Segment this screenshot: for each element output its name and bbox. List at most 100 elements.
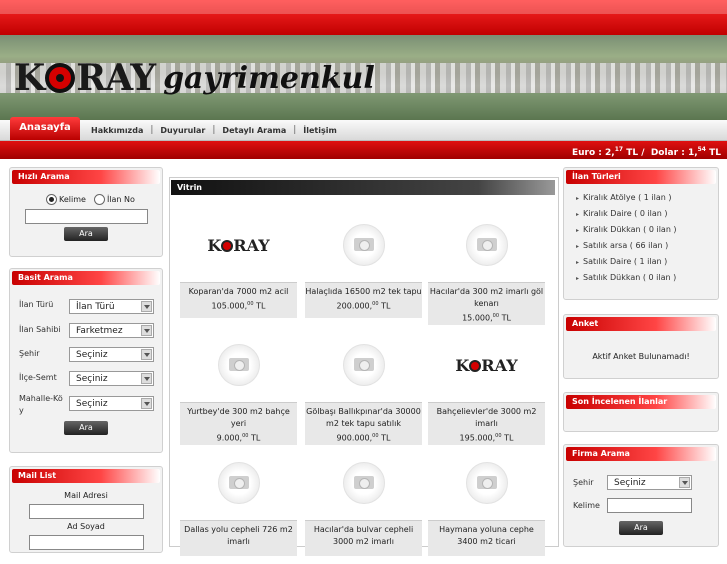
nav-item-duyurular[interactable]: Duyurular xyxy=(153,126,212,135)
radio-listing-no[interactable] xyxy=(93,194,105,205)
mail-list-box: Mail List Mail Adresi Ad Soyad xyxy=(9,466,163,553)
logo-letters-ray: RAY xyxy=(76,57,156,99)
poll-title: Anket xyxy=(566,317,716,331)
city-select[interactable]: Seçiniz xyxy=(69,347,154,362)
showcase-card[interactable]: Gölbaşı Ballıkpınar'da 30000 m2 tek tapu… xyxy=(305,330,422,446)
listing-caption[interactable]: Bahçelievler'de 3000 m2 imarlı 195.000,00… xyxy=(428,402,545,445)
listing-title[interactable]: Koparan'da 7000 m2 acil xyxy=(180,286,297,298)
showcase-card[interactable]: Hacılar'da bulvar cepheli 3000 m2 imarlı xyxy=(305,448,422,564)
basic-search-button[interactable]: Ara xyxy=(64,421,108,435)
camera-placeholder-icon xyxy=(465,462,508,504)
site-logo[interactable]: K RAY gayrimenkul xyxy=(14,58,375,98)
showcase-card[interactable]: Yurtbey'de 300 m2 bahçe yeri 9.000,00 TL xyxy=(180,330,297,446)
listing-title[interactable]: Bahçelievler'de 3000 m2 imarlı xyxy=(428,406,545,430)
listing-image[interactable] xyxy=(180,330,297,400)
basic-search-box: Basit Arama İlan Türü İlan Türü İlan Sah… xyxy=(9,268,163,453)
listing-price: 195.000,00 TL xyxy=(459,433,514,443)
showcase-card[interactable]: Dallas yolu cepheli 726 m2 imarlı xyxy=(180,448,297,564)
district-value: Seçiniz xyxy=(76,374,108,384)
firm-search-button[interactable]: Ara xyxy=(619,521,663,535)
firm-keyword-input[interactable] xyxy=(607,498,692,513)
radio-keyword[interactable] xyxy=(46,194,57,205)
firm-search-title: Firma Arama xyxy=(566,447,716,461)
listing-type-item[interactable]: Satılık Daire ( 1 ilan ) xyxy=(576,254,677,270)
nav-item-iletisim[interactable]: İletişim xyxy=(296,126,344,135)
listing-caption[interactable]: Yurtbey'de 300 m2 bahçe yeri 9.000,00 TL xyxy=(180,402,297,445)
name-label: Ad Soyad xyxy=(67,522,105,531)
radio-keyword-label: Kelime xyxy=(59,195,86,204)
listing-image[interactable] xyxy=(305,330,422,400)
recent-listings-title: Son İncelenen İlanlar xyxy=(566,395,716,409)
showcase-card[interactable]: K RAY Koparan'da 7000 m2 acil 105.000,00 TL xyxy=(180,210,297,326)
nav-item-hakkimizda[interactable]: Hakkımızda xyxy=(84,126,150,135)
listing-image[interactable] xyxy=(428,448,545,518)
showcase-card[interactable]: Haymana yoluna cephe 3400 m2 ticari xyxy=(428,448,545,564)
owner-select[interactable]: Farketmez xyxy=(69,323,154,338)
basic-search-title: Basit Arama xyxy=(12,271,160,285)
neighborhood-select[interactable]: Seçiniz xyxy=(69,396,154,411)
listing-types-title: İlan Türleri xyxy=(566,170,716,184)
nav-item-detayli-arama[interactable]: Detaylı Arama xyxy=(215,126,293,135)
listing-type-item[interactable]: Kiralık Atölye ( 1 ilan ) xyxy=(576,190,677,206)
listing-type-value: İlan Türü xyxy=(76,302,115,312)
quick-search-button[interactable]: Ara xyxy=(64,227,108,241)
listing-types-list: Kiralık Atölye ( 1 ilan ) Kiralık Daire … xyxy=(576,190,677,286)
camera-placeholder-icon xyxy=(217,462,260,504)
quick-search-input[interactable] xyxy=(25,209,148,224)
logo-word: gayrimenkul xyxy=(163,60,375,96)
showcase-card[interactable]: Hacılar'da 300 m2 imarlı göl kenarı 15.00… xyxy=(428,210,545,326)
listing-caption[interactable]: Hacılar'da 300 m2 imarlı göl kenarı 15.00… xyxy=(428,282,545,325)
firm-city-select[interactable]: Seçiniz xyxy=(607,475,692,490)
quick-search-title: Hızlı Arama xyxy=(12,170,160,184)
recent-listings-box: Son İncelenen İlanlar xyxy=(563,392,719,432)
showcase-card[interactable]: Halaçlıda 16500 m2 tek tapu 200.000,00 TL xyxy=(305,210,422,326)
listing-image[interactable] xyxy=(428,210,545,280)
listing-caption[interactable]: Gölbaşı Ballıkpınar'da 30000 m2 tek tapu… xyxy=(305,402,422,445)
poll-message: Aktif Anket Bulunamadı! xyxy=(592,352,690,361)
firm-city-label: Şehir xyxy=(573,478,594,487)
euro-decimal: 17 xyxy=(614,146,624,153)
nav-item-anasayfa[interactable]: Anasayfa xyxy=(10,117,80,140)
listing-title[interactable]: Hacılar'da bulvar cepheli 3000 m2 imarlı xyxy=(305,524,422,548)
logo-o-icon xyxy=(45,63,76,93)
field-label-district: İlçe-Semt xyxy=(19,373,57,382)
district-select[interactable]: Seçiniz xyxy=(69,371,154,386)
mail-address-input[interactable] xyxy=(29,504,144,519)
name-input[interactable] xyxy=(29,535,144,550)
showcase-title: Vitrin xyxy=(171,180,555,195)
chevron-down-icon xyxy=(141,398,152,409)
listing-image[interactable]: K RAY xyxy=(428,330,545,400)
field-label-city: Şehir xyxy=(19,349,40,358)
showcase-card[interactable]: K RAY Bahçelievler'de 3000 m2 imarlı 195.00… xyxy=(428,330,545,446)
euro-unit: TL / xyxy=(626,148,645,158)
listing-type-item[interactable]: Kiralık Daire ( 0 ilan ) xyxy=(576,206,677,222)
dolar-unit: TL xyxy=(709,148,721,158)
listing-title[interactable]: Halaçlıda 16500 m2 tek tapu xyxy=(305,286,422,298)
listing-type-item[interactable]: Satılık Dükkan ( 0 ilan ) xyxy=(576,270,677,286)
listing-title[interactable]: Haymana yoluna cephe 3400 m2 ticari xyxy=(428,524,545,548)
field-label-owner: İlan Sahibi xyxy=(19,325,61,334)
listing-title[interactable]: Gölbaşı Ballıkpınar'da 30000 m2 tek tapu… xyxy=(305,406,422,430)
listing-caption[interactable]: Koparan'da 7000 m2 acil 105.000,00 TL xyxy=(180,282,297,318)
listing-caption[interactable]: Hacılar'da bulvar cepheli 3000 m2 imarlı xyxy=(305,520,422,556)
listing-caption[interactable]: Haymana yoluna cephe 3400 m2 ticari xyxy=(428,520,545,556)
listing-title[interactable]: Hacılar'da 300 m2 imarlı göl kenarı xyxy=(428,286,545,310)
listing-image[interactable] xyxy=(305,448,422,518)
firm-city-value: Seçiniz xyxy=(614,478,646,488)
mail-list-title: Mail List xyxy=(12,469,160,483)
listing-caption[interactable]: Dallas yolu cepheli 726 m2 imarlı xyxy=(180,520,297,556)
logo-letter-k: K xyxy=(14,57,45,99)
listing-image[interactable]: K RAY xyxy=(180,210,297,280)
quick-search-box: Hızlı Arama Kelime İlan No Ara xyxy=(9,167,163,257)
field-label-listing-type: İlan Türü xyxy=(19,300,54,309)
listing-title[interactable]: Dallas yolu cepheli 726 m2 imarlı xyxy=(180,524,297,548)
listing-type-item[interactable]: Kiralık Dükkan ( 0 ilan ) xyxy=(576,222,677,238)
listing-type-select[interactable]: İlan Türü xyxy=(69,299,154,314)
listing-caption[interactable]: Halaçlıda 16500 m2 tek tapu 200.000,00 TL xyxy=(305,282,422,318)
listing-title[interactable]: Yurtbey'de 300 m2 bahçe yeri xyxy=(180,406,297,430)
listing-type-item[interactable]: Satılık arsa ( 66 ilan ) xyxy=(576,238,677,254)
currency-rates: Euro : 2,17 TL / Dolar : 1,54 TL xyxy=(572,141,721,159)
firm-search-box: Firma Arama Şehir Seçiniz Kelime Ara xyxy=(563,444,719,547)
listing-image[interactable] xyxy=(305,210,422,280)
listing-image[interactable] xyxy=(180,448,297,518)
